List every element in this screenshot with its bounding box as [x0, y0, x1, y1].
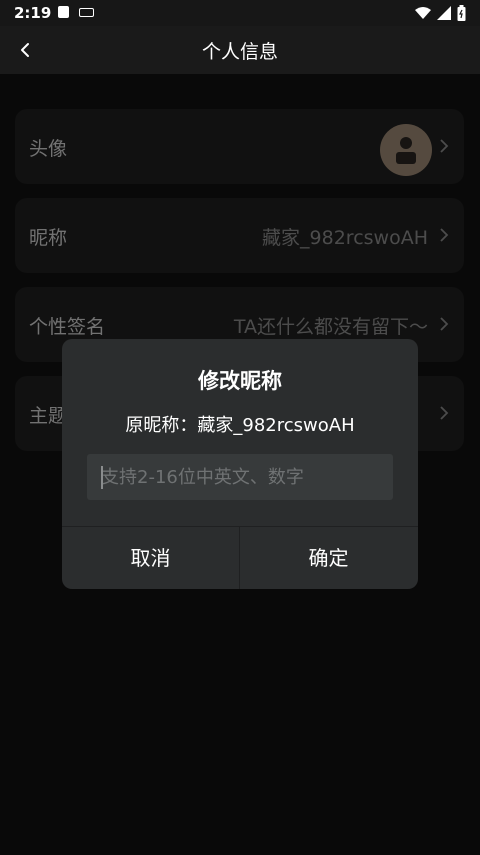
nickname-input[interactable] — [87, 454, 393, 500]
signal-icon — [437, 6, 451, 20]
text-cursor — [101, 466, 103, 489]
edit-nickname-dialog: 修改昵称 原昵称：藏家_982rcswoAH 取消 确定 — [62, 339, 418, 589]
cancel-button[interactable]: 取消 — [62, 527, 239, 589]
keyboard-icon — [79, 8, 94, 17]
dialog-title: 修改昵称 — [198, 369, 282, 393]
status-bar: 2:19 — [0, 0, 480, 26]
battery-icon — [457, 5, 466, 21]
wifi-icon — [415, 7, 431, 19]
page-title: 个人信息 — [201, 41, 278, 63]
original-nickname-text: 原昵称：藏家_982rcswoAH — [125, 415, 355, 436]
app-notification-icon — [58, 6, 69, 18]
top-app-bar: 个人信息 — [0, 26, 480, 74]
status-time: 2:19 — [14, 4, 52, 22]
confirm-button[interactable]: 确定 — [240, 527, 417, 589]
